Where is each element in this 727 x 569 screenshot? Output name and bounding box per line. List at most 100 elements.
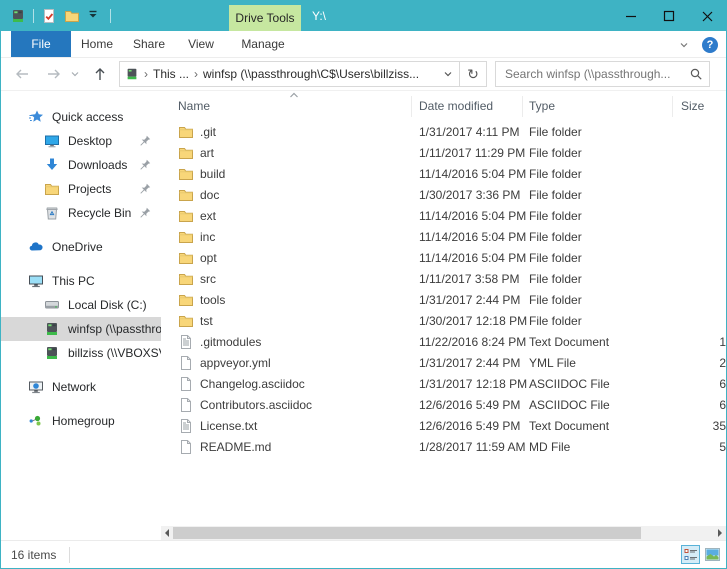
search-box[interactable]: [495, 61, 710, 87]
forward-button[interactable]: [46, 66, 62, 82]
search-input[interactable]: [505, 67, 689, 81]
recent-locations-caret-icon[interactable]: [70, 69, 80, 79]
tab-file[interactable]: File: [11, 31, 71, 57]
help-icon[interactable]: ?: [702, 37, 718, 53]
minimize-button[interactable]: [612, 1, 650, 31]
file-row[interactable]: opt11/14/2016 5:04 PMFile folder: [161, 247, 726, 268]
column-headers: Name Date modified Type Size: [161, 91, 726, 121]
file-row[interactable]: README.md1/28/2017 11:59 AMMD File5: [161, 436, 726, 457]
file-name: .git: [200, 125, 216, 139]
network-drive-icon: [10, 8, 26, 24]
file-name-cell: tools: [178, 289, 408, 310]
quick-access-star-icon: [28, 109, 44, 125]
type-cell: File folder: [529, 272, 582, 286]
file-text-icon: [178, 418, 194, 434]
column-header-type[interactable]: Type: [529, 99, 555, 113]
size-cell: 2: [631, 356, 726, 370]
type-cell: ASCIIDOC File: [529, 398, 610, 412]
horizontal-scrollbar[interactable]: [161, 526, 726, 540]
date-modified-cell: 12/6/2016 5:49 PM: [419, 419, 520, 433]
file-name: src: [200, 272, 216, 286]
column-header-name[interactable]: Name: [178, 99, 210, 113]
file-name: appveyor.yml: [200, 356, 271, 370]
file-row[interactable]: .gitmodules11/22/2016 8:24 PMText Docume…: [161, 331, 726, 352]
sidebar-item-local-disk-c[interactable]: Local Disk (C:): [1, 293, 161, 317]
properties-button[interactable]: [41, 8, 57, 24]
search-icon[interactable]: [689, 67, 703, 81]
sidebar-item-network[interactable]: Network: [1, 375, 161, 399]
file-row[interactable]: tst1/30/2017 12:18 PMFile folder: [161, 310, 726, 331]
thumbnails-view-button[interactable]: [703, 545, 722, 564]
tab-share[interactable]: Share: [123, 31, 175, 57]
scrollbar-thumb[interactable]: [173, 527, 641, 539]
sidebar-item-label: billziss (\\VBOXSVR): [68, 346, 161, 360]
file-row[interactable]: Contributors.asciidoc12/6/2016 5:49 PMAS…: [161, 394, 726, 415]
sidebar-item-billziss-vboxsvr[interactable]: billziss (\\VBOXSVR): [1, 341, 161, 365]
sidebar-item-onedrive[interactable]: OneDrive: [1, 235, 161, 259]
tab-home[interactable]: Home: [71, 31, 123, 57]
back-button[interactable]: [14, 66, 30, 82]
file-row[interactable]: ext11/14/2016 5:04 PMFile folder: [161, 205, 726, 226]
scroll-left-arrow-icon[interactable]: [161, 526, 173, 540]
sidebar-item-label: Desktop: [68, 134, 112, 148]
file-list-pane: Name Date modified Type Size .git 1/31/20…: [161, 91, 726, 540]
up-button[interactable]: [92, 66, 108, 82]
tab-manage[interactable]: Manage: [227, 31, 299, 57]
breadcrumb-this-pc[interactable]: This ...: [153, 67, 189, 81]
details-view-button[interactable]: [681, 545, 700, 564]
file-row[interactable]: appveyor.yml1/31/2017 2:44 PMYML File2: [161, 352, 726, 373]
file-name: README.md: [200, 440, 271, 454]
column-divider[interactable]: [411, 96, 412, 117]
column-divider[interactable]: [672, 96, 673, 117]
file-row[interactable]: doc1/30/2017 3:36 PMFile folder: [161, 184, 726, 205]
file-row[interactable]: .git1/31/2017 4:11 PMFile folder: [161, 121, 726, 142]
date-modified-cell: 11/14/2016 5:04 PM: [419, 230, 526, 244]
file-name: tools: [200, 293, 225, 307]
column-divider[interactable]: [522, 96, 523, 117]
date-modified-cell: 11/14/2016 5:04 PM: [419, 167, 526, 181]
refresh-button[interactable]: ↻: [460, 61, 487, 87]
network-icon: [28, 379, 44, 395]
size-cell: 1: [631, 335, 726, 349]
address-bar[interactable]: › This ... › winfsp (\\passthrough\C$\Us…: [119, 61, 460, 87]
sidebar-item-downloads[interactable]: Downloads: [1, 153, 161, 177]
file-row[interactable]: src1/11/2017 3:58 PMFile folder: [161, 268, 726, 289]
status-bar: 16 items: [1, 540, 726, 568]
sidebar-item-homegroup[interactable]: Homegroup: [1, 409, 161, 433]
file-name-cell: appveyor.yml: [178, 352, 408, 373]
sidebar-item-quick-access[interactable]: Quick access: [1, 105, 161, 129]
sidebar-item-desktop[interactable]: Desktop: [1, 129, 161, 153]
date-modified-cell: 1/30/2017 3:36 PM: [419, 188, 520, 202]
folder-icon: [178, 271, 194, 287]
close-button[interactable]: [688, 1, 726, 31]
file-row[interactable]: tools1/31/2017 2:44 PMFile folder: [161, 289, 726, 310]
sidebar-item-label: This PC: [52, 274, 95, 288]
collapse-ribbon-caret-icon[interactable]: [678, 39, 690, 51]
sidebar-item-recycle-bin[interactable]: Recycle Bin: [1, 201, 161, 225]
customize-qat-caret-icon[interactable]: [87, 8, 103, 24]
sidebar-item-projects[interactable]: Projects: [1, 177, 161, 201]
file-generic-icon: [178, 439, 194, 455]
column-header-date-modified[interactable]: Date modified: [419, 99, 493, 113]
breadcrumb-current-folder[interactable]: winfsp (\\passthrough\C$\Users\billziss.…: [203, 67, 437, 81]
sidebar-item-winfsp-passthrough[interactable]: winfsp (\\passthrough: [1, 317, 161, 341]
size-cell: 6: [631, 377, 726, 391]
file-row[interactable]: build11/14/2016 5:04 PMFile folder: [161, 163, 726, 184]
column-header-size[interactable]: Size: [681, 99, 704, 113]
drive-tools-contextual-tab[interactable]: Drive Tools: [229, 5, 301, 31]
file-row[interactable]: inc11/14/2016 5:04 PMFile folder: [161, 226, 726, 247]
file-name: .gitmodules: [200, 335, 261, 349]
file-name: Changelog.asciidoc: [200, 377, 305, 391]
new-folder-button[interactable]: [64, 8, 80, 24]
tab-view[interactable]: View: [175, 31, 227, 57]
main-content: Quick access Desktop DownloadsProjectsRecy…: [1, 91, 726, 540]
maximize-button[interactable]: [650, 1, 688, 31]
file-row[interactable]: art1/11/2017 11:29 PMFile folder: [161, 142, 726, 163]
file-row[interactable]: License.txt12/6/2016 5:49 PMText Documen…: [161, 415, 726, 436]
sidebar-item-this-pc[interactable]: This PC: [1, 269, 161, 293]
address-dropdown-caret-icon[interactable]: [437, 69, 459, 79]
date-modified-cell: 1/31/2017 4:11 PM: [419, 125, 520, 139]
file-row[interactable]: Changelog.asciidoc1/31/2017 12:18 PMASCI…: [161, 373, 726, 394]
folder-icon: [178, 313, 194, 329]
scroll-right-arrow-icon[interactable]: [714, 526, 726, 540]
